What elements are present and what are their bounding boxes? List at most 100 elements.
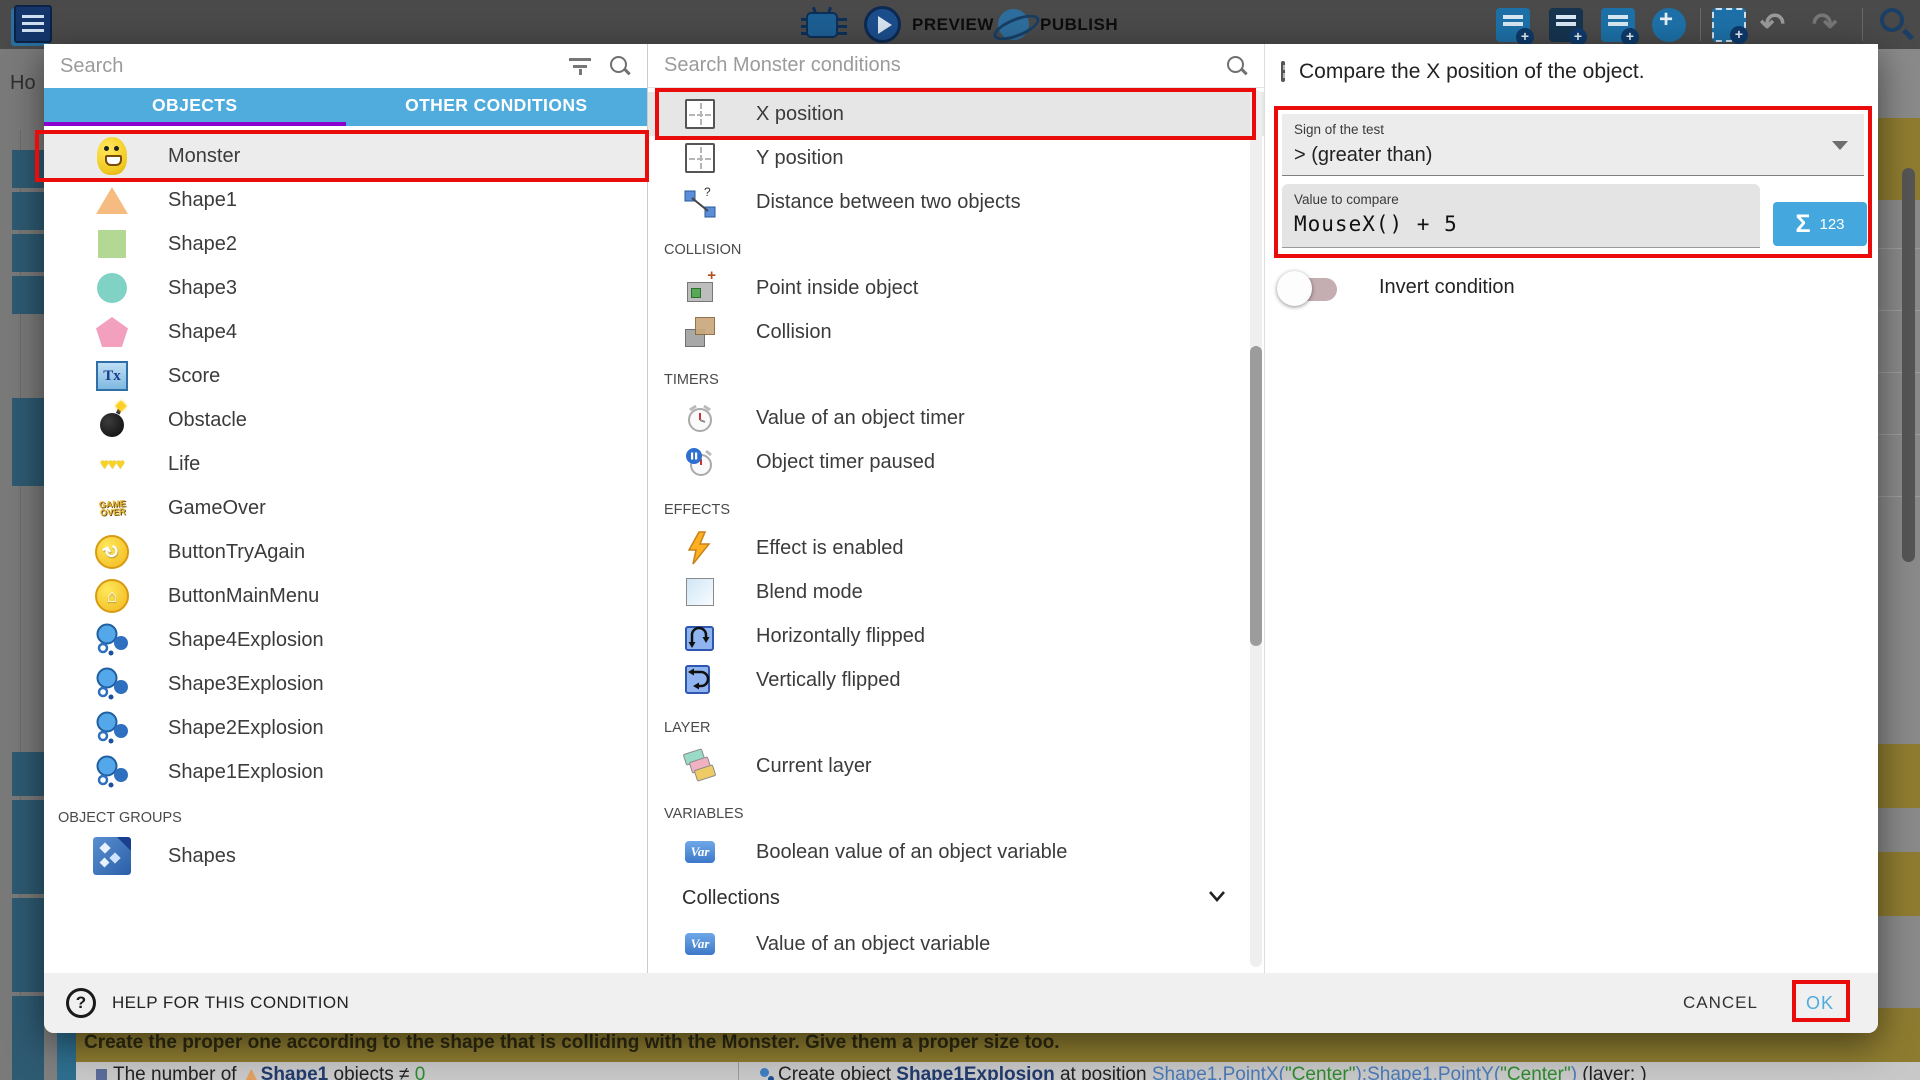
ok-button[interactable]: OK <box>1806 993 1834 1014</box>
conditions-scrollbar[interactable] <box>1250 90 1262 967</box>
condition-row[interactable]: Object timer paused <box>648 440 1264 484</box>
object-row-monster[interactable]: Monster <box>44 134 647 178</box>
condition-editor-dialog: OBJECTS OTHER CONDITIONS Monster Shape1 … <box>44 44 1878 1033</box>
redo-icon[interactable]: ↷ <box>1812 0 1837 49</box>
condition-row[interactable]: Horizontally flipped <box>648 614 1264 658</box>
condition-row[interactable]: Current layer <box>648 744 1264 788</box>
object-row[interactable]: Shape1Explosion <box>44 750 647 794</box>
conditions-scrollbar-thumb[interactable] <box>1250 346 1262 646</box>
object-row[interactable]: Shape2Explosion <box>44 706 647 750</box>
particle-emitter-icon <box>90 706 134 750</box>
publish-button[interactable]: PUBLISH <box>1040 0 1118 49</box>
flip-vertical-icon <box>678 658 722 702</box>
timer-paused-icon <box>678 440 722 484</box>
object-row[interactable]: Shape3 <box>44 266 647 310</box>
home-button-icon <box>90 574 134 618</box>
object-row[interactable]: Shape3Explosion <box>44 662 647 706</box>
event-block <box>12 898 44 992</box>
toolbar-separator <box>1862 8 1863 41</box>
condition-row[interactable]: Point inside object <box>648 266 1264 310</box>
condition-row[interactable]: Effect is enabled <box>648 526 1264 570</box>
tab-objects[interactable]: OBJECTS <box>44 88 346 126</box>
top-toolbar: PREVIEW PUBLISH ↶ ↷ <box>0 0 1920 49</box>
undo-icon[interactable]: ↶ <box>1760 0 1785 49</box>
value-to-compare-label: Value to compare <box>1294 192 1399 207</box>
object-group-row-shapes[interactable]: Shapes <box>44 834 647 878</box>
add-comment-icon[interactable] <box>1601 8 1635 42</box>
condition-row[interactable]: Blend mode <box>648 570 1264 614</box>
search-icon[interactable] <box>1226 55 1248 77</box>
green-square-icon <box>90 222 134 266</box>
search-events-icon[interactable] <box>1880 8 1904 32</box>
object-row[interactable]: Shape1 <box>44 178 647 222</box>
event-block <box>12 996 44 1080</box>
lightning-icon <box>678 526 722 570</box>
collision-icon <box>678 310 722 354</box>
count-icon <box>96 1069 107 1080</box>
condition-row[interactable]: Value of an object timer <box>648 396 1264 440</box>
section-header-variables: VARIABLES <box>648 788 1264 830</box>
point-inside-icon <box>678 266 722 310</box>
debugger-icon[interactable] <box>806 12 838 38</box>
help-icon[interactable] <box>66 988 96 1018</box>
condition-row-x-position[interactable]: X position <box>648 92 1264 136</box>
add-other-event-icon[interactable] <box>1652 8 1686 42</box>
condition-row[interactable]: Vertically flipped <box>648 658 1264 702</box>
flip-horizontal-icon <box>678 614 722 658</box>
condition-row[interactable]: Collision <box>648 310 1264 354</box>
conditions-list: X position Y position ? Distance between… <box>648 88 1264 973</box>
chevron-down-icon <box>1208 890 1226 902</box>
object-row[interactable]: GAMEOVER GameOver <box>44 486 647 530</box>
home-tab-partial[interactable]: Ho <box>10 72 36 95</box>
object-row[interactable]: Shape4Explosion <box>44 618 647 662</box>
object-row[interactable]: Score <box>44 354 647 398</box>
value-to-compare-input[interactable]: MouseX() + 5 <box>1294 212 1458 236</box>
objects-search-row <box>44 44 647 88</box>
value-to-compare-field[interactable]: Value to compare MouseX() + 5 <box>1282 184 1760 248</box>
events-scrollbar-thumb[interactable] <box>1902 168 1915 562</box>
condition-row[interactable]: Y position <box>648 136 1264 180</box>
shape1-triangle-icon: ▲ <box>242 1064 261 1080</box>
help-link[interactable]: HELP FOR THIS CONDITION <box>112 993 349 1013</box>
condition-row[interactable]: ? Distance between two objects <box>648 180 1264 224</box>
objects-search-input[interactable] <box>60 55 551 78</box>
restart-button-icon <box>90 530 134 574</box>
condition-row[interactable]: Value of an object variable <box>648 922 1264 966</box>
object-row[interactable]: Life <box>44 442 647 486</box>
comment-band <box>1878 852 1920 916</box>
cancel-button[interactable]: CANCEL <box>1683 993 1758 1013</box>
preview-button[interactable]: PREVIEW <box>912 0 994 49</box>
object-row[interactable]: Shape4 <box>44 310 647 354</box>
preview-play-icon[interactable] <box>864 6 901 43</box>
open-expression-editor-button[interactable]: Σ 123 <box>1773 202 1867 246</box>
conditions-panel: X position Y position ? Distance between… <box>648 44 1264 973</box>
add-event-icon[interactable] <box>1496 8 1530 42</box>
particle-emitter-icon <box>90 662 134 706</box>
invert-condition-toggle[interactable] <box>1277 270 1343 308</box>
blend-mode-icon <box>678 570 722 614</box>
project-manager-icon[interactable] <box>14 5 52 43</box>
distance-icon: ? <box>678 180 722 224</box>
objects-list: Monster Shape1 Shape2 Shape3 Shape4 <box>44 126 647 973</box>
tab-other-conditions[interactable]: OTHER CONDITIONS <box>346 88 648 126</box>
object-row[interactable]: ButtonTryAgain <box>44 530 647 574</box>
paste-icon[interactable] <box>1712 8 1746 42</box>
teal-circle-icon <box>90 266 134 310</box>
search-icon[interactable] <box>609 55 631 77</box>
condition-row[interactable]: Boolean value of an object variable <box>648 830 1264 874</box>
monster-sprite-icon <box>90 134 134 178</box>
position-grid-icon <box>678 92 722 136</box>
object-row[interactable]: Obstacle <box>44 398 647 442</box>
conditions-search-input[interactable] <box>664 54 1208 77</box>
add-subevent-icon[interactable] <box>1549 8 1583 42</box>
sigma-icon: Σ <box>1795 210 1810 239</box>
event-block <box>12 276 44 314</box>
filter-icon[interactable] <box>569 58 591 75</box>
object-row[interactable]: Shape2 <box>44 222 647 266</box>
sign-of-test-select[interactable]: Sign of the test > (greater than) <box>1282 114 1864 176</box>
variable-icon <box>678 922 722 966</box>
object-row[interactable]: ButtonMainMenu <box>44 574 647 618</box>
invert-condition-label: Invert condition <box>1379 276 1515 299</box>
publish-globe-icon[interactable] <box>998 9 1029 40</box>
collections-accordion[interactable]: Collections <box>648 874 1264 922</box>
